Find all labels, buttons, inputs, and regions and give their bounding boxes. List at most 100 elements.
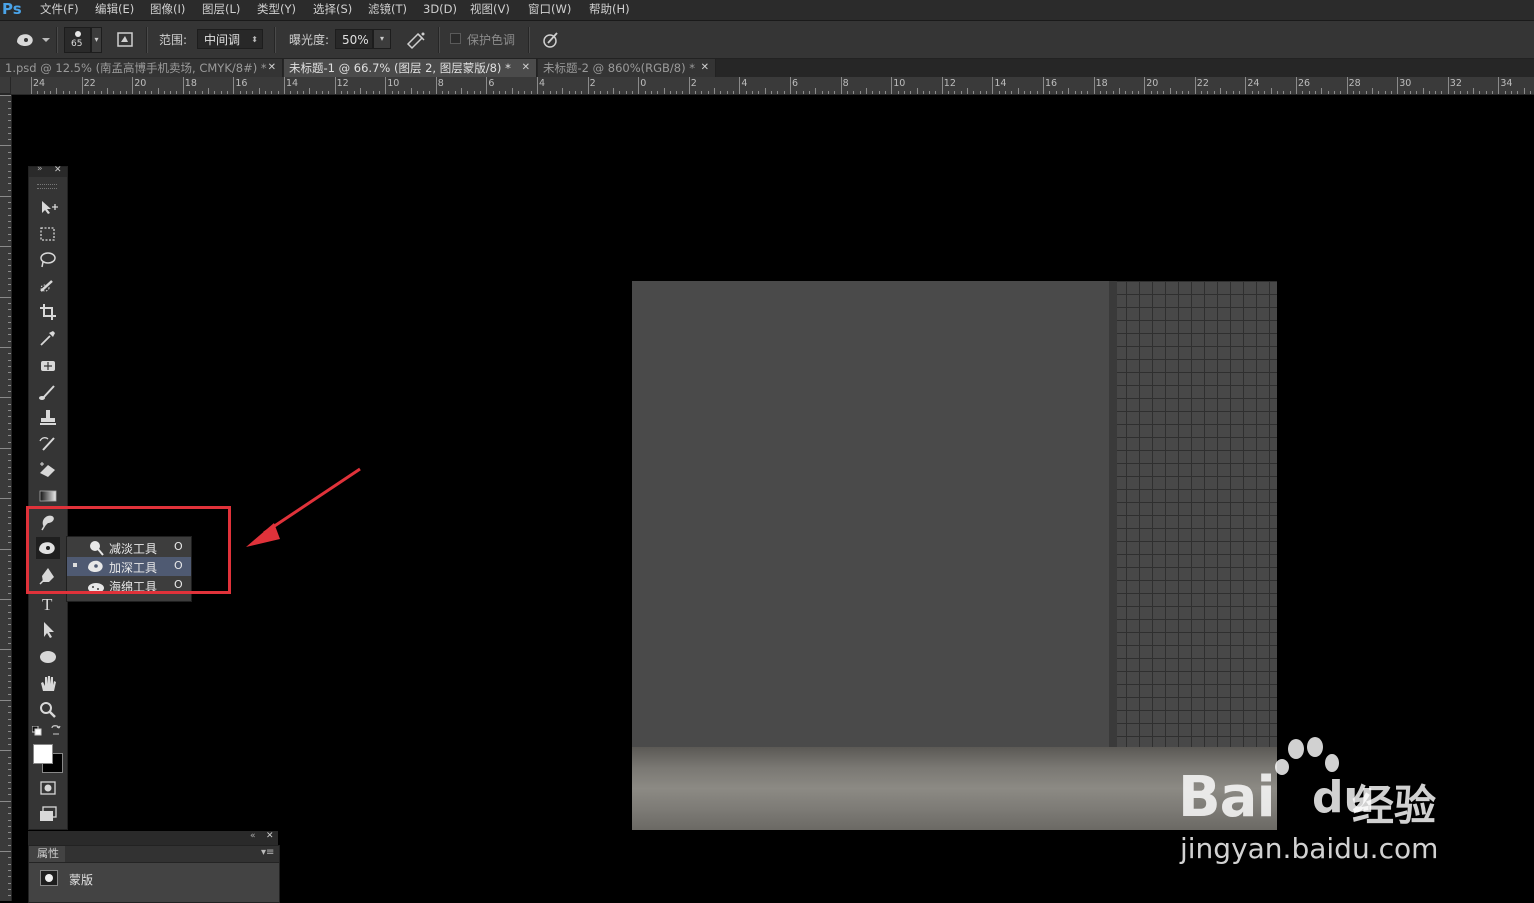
tab-document-2[interactable]: 未标题-1 @ 66.7% (图层 2, 图层蒙版/8) * ✕ (284, 59, 537, 77)
drag-handle[interactable] (37, 184, 57, 189)
history-brush-tool[interactable] (36, 433, 60, 455)
menu-select[interactable]: 选择(S) (313, 0, 352, 20)
properties-panel-header[interactable]: « ✕ (28, 831, 278, 845)
ruler-tick (1321, 88, 1323, 94)
brush-tool[interactable] (36, 381, 60, 403)
tab-document-1[interactable]: 1.psd @ 12.5% (南孟高博手机卖场, CMYK/8#) * ✕ (0, 59, 283, 77)
menu-window[interactable]: 窗口(W) (528, 0, 571, 20)
ruler-tick (8, 170, 11, 172)
ruler-tick (309, 88, 311, 94)
exposure-dropdown[interactable]: ▾ (373, 29, 391, 49)
range-select[interactable]: 中间调 ⬍ (197, 29, 263, 49)
ruler-tick (252, 91, 254, 94)
airbrush-icon (406, 32, 425, 50)
close-icon[interactable]: ✕ (522, 59, 530, 77)
watermark-brand: Bai (1178, 765, 1276, 830)
menu-help[interactable]: 帮助(H) (589, 0, 630, 20)
ruler-tick (1175, 91, 1177, 94)
ruler-tick (284, 77, 285, 94)
clone-stamp-tool[interactable] (36, 407, 60, 429)
crop-tool[interactable] (36, 301, 60, 323)
ruler-tick (1156, 91, 1158, 94)
ruler-tick (0, 750, 11, 752)
hand-tool[interactable] (36, 673, 60, 695)
foreground-color-swatch[interactable] (33, 744, 53, 764)
close-icon[interactable]: ✕ (54, 165, 62, 175)
close-icon[interactable]: ✕ (268, 59, 276, 77)
lasso-tool[interactable] (36, 249, 60, 271)
ruler-tick (8, 113, 11, 115)
document-canvas[interactable] (632, 281, 1277, 830)
tab-document-3[interactable]: 未标题-2 @ 860%(RGB/8) * ✕ (538, 59, 716, 77)
eraser-tool[interactable] (36, 459, 60, 481)
path-select-tool[interactable] (36, 619, 60, 641)
ruler-tick (8, 258, 11, 260)
ruler-tick (986, 91, 988, 94)
ruler-tick (397, 91, 399, 94)
ruler-tick (8, 384, 11, 386)
brush-panel-button[interactable] (114, 30, 136, 50)
protect-tones-checkbox[interactable] (450, 33, 461, 44)
ruler-tick (480, 91, 482, 94)
zoom-tool[interactable] (36, 699, 60, 721)
collapse-icon[interactable]: » (37, 164, 43, 174)
ruler-origin[interactable] (0, 77, 11, 94)
type-tool[interactable]: T (36, 592, 60, 614)
tool-preset-picker[interactable] (14, 29, 52, 51)
menu-view[interactable]: 视图(V) (470, 0, 510, 20)
quick-mask-button[interactable] (36, 777, 60, 799)
brush-size-dropdown[interactable]: ▾ (91, 27, 102, 53)
ruler-tick (1201, 91, 1203, 94)
ruler-tick (340, 91, 342, 94)
marquee-tool[interactable] (36, 223, 60, 245)
ruler-tick (1302, 91, 1304, 94)
ruler-label: 4 (539, 78, 546, 89)
ruler-label: 10 (387, 78, 400, 89)
default-colors-icon[interactable] (31, 725, 42, 736)
ruler-tick (246, 91, 248, 94)
ruler-tick (8, 202, 11, 204)
ruler-tick (8, 561, 11, 563)
ruler-tick (8, 573, 11, 575)
menu-filter[interactable]: 滤镜(T) (368, 0, 407, 20)
eyedropper-tool[interactable] (36, 327, 60, 349)
close-icon[interactable]: ✕ (266, 831, 274, 841)
ruler-tick (910, 91, 912, 94)
ruler-tick (1245, 77, 1247, 94)
move-tool[interactable] (36, 197, 60, 219)
ruler-tick (87, 91, 89, 94)
menu-file[interactable]: 文件(F) (40, 0, 79, 20)
panel-menu-icon[interactable]: ▾≡ (261, 847, 274, 858)
ruler-tick (568, 91, 570, 94)
brush-size-picker[interactable]: 65 (64, 27, 91, 53)
ruler-tick (783, 91, 785, 94)
menu-layer[interactable]: 图层(L) (202, 0, 240, 20)
menu-image[interactable]: 图像(I) (150, 0, 185, 20)
gradient-tool[interactable] (36, 485, 60, 507)
healing-brush-tool[interactable] (36, 355, 60, 377)
ruler-tick (8, 536, 11, 537)
ruler-tick (8, 869, 11, 871)
ruler-tick (549, 91, 551, 94)
close-icon[interactable]: ✕ (701, 59, 709, 77)
exposure-input[interactable]: 50% (335, 29, 373, 49)
menu-type[interactable]: 类型(Y) (257, 0, 296, 20)
ruler-tick (473, 91, 475, 94)
mask-icon[interactable] (40, 870, 58, 886)
screen-mode-button[interactable] (36, 803, 60, 825)
ruler-tick (543, 91, 545, 94)
ellipse-tool[interactable] (36, 646, 60, 668)
airbrush-button[interactable] (404, 30, 428, 50)
swap-colors-icon[interactable] (50, 724, 62, 736)
menu-edit[interactable]: 编辑(E) (95, 0, 134, 20)
pressure-button[interactable] (540, 30, 562, 50)
properties-tab[interactable]: 属性 (29, 846, 65, 862)
ruler-tick (846, 91, 848, 94)
collapse-icon[interactable]: « (250, 831, 256, 841)
ruler-tick (290, 91, 292, 94)
ruler-tick (1239, 91, 1241, 94)
tools-panel-header[interactable]: » ✕ (29, 164, 67, 177)
menu-3d[interactable]: 3D(D) (423, 0, 457, 20)
quick-select-tool[interactable] (36, 275, 60, 297)
properties-tabbar: 属性 ▾≡ (29, 846, 279, 863)
